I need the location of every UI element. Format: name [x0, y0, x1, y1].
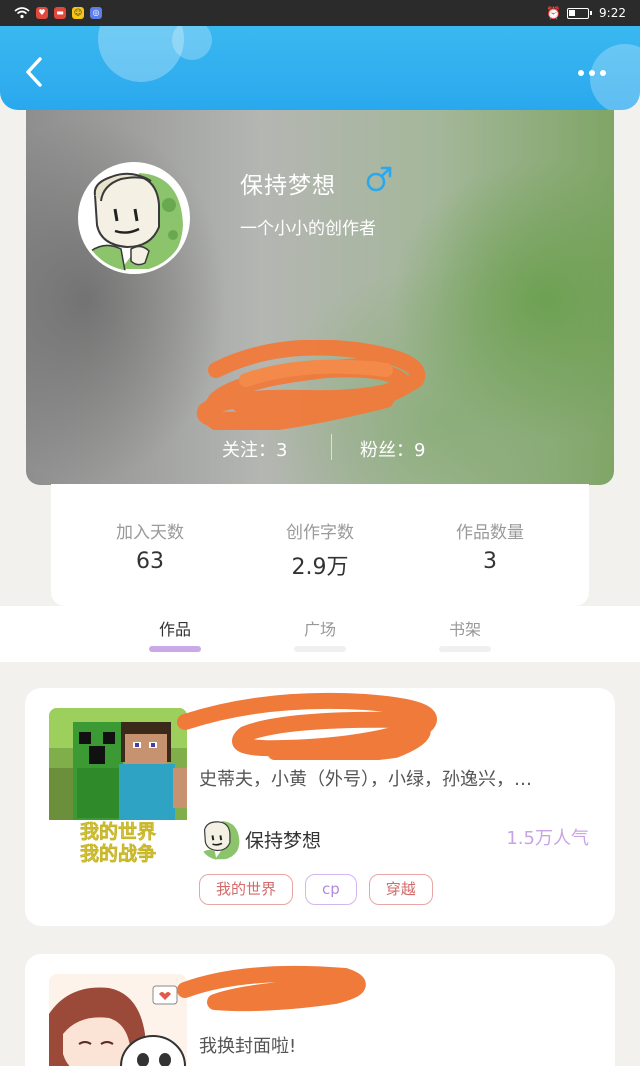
follow-stats-row: 关注：3 粉丝：9	[26, 434, 614, 462]
cover-title-line1: 我的世界	[80, 820, 156, 843]
more-button[interactable]	[578, 66, 610, 80]
app-icon-yellow: ☺	[72, 7, 84, 19]
work-description: 史蒂夫，小黄（外号），小绿，孙逸兴，…	[199, 769, 532, 790]
work-description: 我换封面啦!	[199, 1036, 297, 1057]
redaction-scribble	[196, 340, 426, 430]
tab-bar: 作品 广场 书架	[0, 606, 640, 662]
stat-value: 63	[136, 549, 164, 574]
tab-works-indicator	[149, 646, 201, 652]
stat-value: 2.9万	[291, 555, 349, 580]
author-avatar	[199, 818, 241, 860]
more-dots-icon	[578, 70, 584, 76]
tag-list: 我的世界 cp 穿越	[199, 874, 433, 905]
profile-banner: 保持梦想 一个小小的创作者 关注：3 粉丝：9	[26, 100, 614, 485]
cartoon-avatar-image	[81, 165, 187, 271]
following-stat[interactable]: 关注：3	[222, 436, 287, 462]
redaction-scribble	[177, 965, 366, 1012]
followers-stat[interactable]: 粉丝：9	[360, 436, 425, 462]
tag-chip[interactable]: cp	[305, 874, 357, 905]
tab-bookshelf-indicator	[439, 646, 491, 652]
wifi-icon	[14, 7, 30, 19]
tag-chip[interactable]: 我的世界	[199, 874, 294, 905]
more-dots-icon	[589, 70, 595, 76]
tag-chip[interactable]: 穿越	[368, 874, 433, 905]
back-button[interactable]	[22, 56, 50, 88]
tab-bookshelf[interactable]: 书架	[435, 616, 495, 640]
stat-word-count: 创作字数 2.9万	[250, 518, 390, 606]
followers-label: 粉丝：	[360, 440, 414, 461]
status-bar-right: ⏰ 9:22	[546, 6, 626, 20]
status-bar-left: ♥ ▬ ☺ ◎	[14, 7, 102, 19]
stat-label: 创作字数	[286, 523, 354, 543]
stat-join-days: 加入天数 63	[80, 518, 220, 606]
tab-plaza[interactable]: 广场	[290, 616, 350, 640]
bio: 一个小小的创作者	[240, 219, 376, 239]
author-row[interactable]: 保持梦想	[199, 818, 321, 860]
work-card[interactable]: 我换封面啦!	[25, 954, 615, 1066]
avatar[interactable]	[78, 162, 190, 274]
stats-card: 加入天数 63 创作字数 2.9万 作品数量 3	[51, 484, 589, 606]
follow-divider	[331, 434, 332, 460]
popularity-count: 1.5万人气	[506, 828, 589, 849]
redaction-scribble	[177, 692, 437, 760]
following-label: 关注：	[222, 440, 276, 461]
stat-work-count: 作品数量 3	[420, 518, 560, 606]
top-header	[0, 26, 640, 110]
alarm-icon: ⏰	[546, 6, 562, 20]
status-time: 9:22	[599, 6, 626, 20]
tab-works[interactable]: 作品	[145, 616, 205, 640]
app-icon-red: ♥	[36, 7, 48, 19]
following-count: 3	[276, 440, 288, 461]
username: 保持梦想	[240, 173, 336, 199]
tab-plaza-indicator	[294, 646, 346, 652]
battery-icon	[567, 7, 593, 19]
male-icon	[366, 166, 392, 192]
decor-bubble	[98, 26, 184, 82]
app-icon-blue: ◎	[90, 7, 102, 19]
status-bar: ♥ ▬ ☺ ◎ ⏰ 9:22	[0, 0, 640, 26]
anime-cover-image	[49, 974, 187, 1066]
work-cover[interactable]	[49, 974, 187, 1066]
work-card[interactable]: 我的世界 我的战争 史蒂夫，小黄（外号），小绿，孙逸兴，… 保持梦想 1.5万人…	[25, 688, 615, 926]
stat-label: 作品数量	[456, 523, 524, 543]
app-icon-red2: ▬	[54, 7, 66, 19]
followers-count: 9	[414, 440, 426, 461]
stat-value: 3	[483, 549, 497, 574]
author-name: 保持梦想	[245, 829, 322, 852]
stat-label: 加入天数	[116, 523, 184, 543]
cover-title-line2: 我的战争	[80, 842, 156, 865]
cartoon-avatar-image	[199, 818, 241, 860]
chevron-left-icon	[26, 57, 42, 87]
decor-bubble	[172, 26, 212, 60]
more-dots-icon	[600, 70, 606, 76]
